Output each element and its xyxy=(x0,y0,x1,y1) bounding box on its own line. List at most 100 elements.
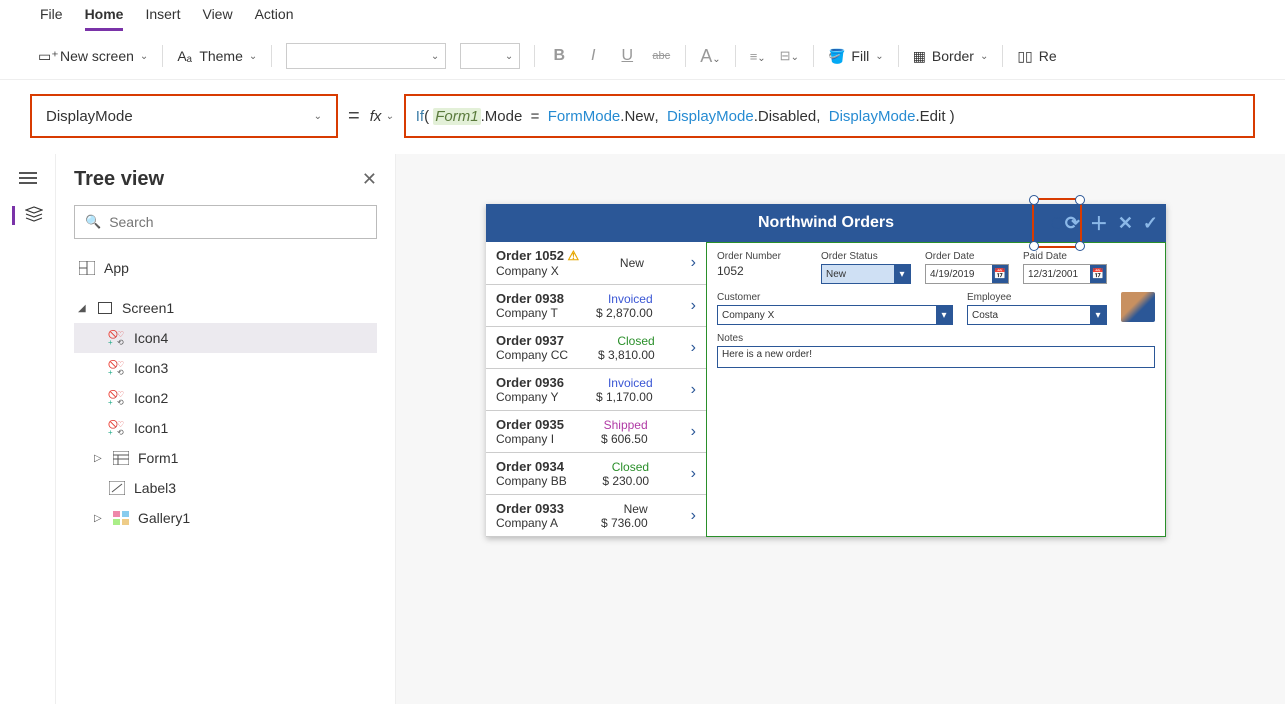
order-row[interactable]: Order 0934Company BB Closed$ 230.00 › xyxy=(486,453,706,495)
screen-icon xyxy=(96,300,114,316)
sync-icon: 🚫♡+⟲ xyxy=(108,390,126,406)
reorder-button[interactable]: ▯▯Re xyxy=(1017,48,1056,65)
font-color-button[interactable]: A⌄ xyxy=(700,46,720,67)
svg-text:+: + xyxy=(108,338,113,346)
screen-icon: ▭⁺ xyxy=(38,48,54,64)
theme-button[interactable]: Aₐ Theme⌄ xyxy=(177,48,257,64)
cancel-icon[interactable]: ✕ xyxy=(1118,213,1133,234)
order-row[interactable]: Order 0935Company I Shipped$ 606.50 › xyxy=(486,411,706,453)
order-status-select[interactable]: New▾ xyxy=(821,264,911,284)
tree-gallery1[interactable]: ▷ Gallery1 xyxy=(74,503,377,533)
hamburger-icon[interactable] xyxy=(19,172,37,184)
chevron-right-icon: › xyxy=(691,254,696,272)
title-actions: ⟳ ＋ ✕ ✓ xyxy=(1065,210,1158,236)
paid-date-input[interactable]: 12/31/2001📅 xyxy=(1023,264,1107,284)
refresh-icon[interactable]: ⟳ xyxy=(1065,213,1080,234)
border-icon: ▦ xyxy=(913,48,926,65)
svg-text:+: + xyxy=(108,398,113,406)
svg-text:⟲: ⟲ xyxy=(117,398,124,406)
menu-bar: File Home Insert View Action xyxy=(0,0,1285,39)
close-icon[interactable]: ✕ xyxy=(362,169,377,190)
label-icon xyxy=(108,480,126,496)
tab-view[interactable]: View xyxy=(202,6,232,31)
chevron-right-icon: › xyxy=(691,297,696,315)
underline-button[interactable]: U xyxy=(617,47,637,65)
svg-text:⟲: ⟲ xyxy=(117,368,124,376)
fx-button[interactable]: fx⌄ xyxy=(370,108,394,125)
chevron-right-icon: › xyxy=(691,339,696,357)
font-dropdown[interactable]: ⌄ xyxy=(286,43,446,69)
italic-button[interactable]: I xyxy=(583,47,603,65)
svg-text:+: + xyxy=(108,428,113,436)
property-selector[interactable]: DisplayMode ⌄ xyxy=(30,94,338,138)
strike-button[interactable]: abc xyxy=(651,50,671,62)
app-title-bar: Northwind Orders ⟳ ＋ ✕ ✓ xyxy=(486,204,1166,242)
order-row[interactable]: Order 0936Company Y Invoiced$ 1,170.00 › xyxy=(486,369,706,411)
fill-button[interactable]: 🪣 Fill⌄ xyxy=(828,48,884,65)
chevron-right-icon: › xyxy=(691,423,696,441)
chevron-right-icon: › xyxy=(691,507,696,525)
tree-form1[interactable]: ▷ Form1 xyxy=(74,443,377,473)
employee-select[interactable]: Costa▾ xyxy=(967,305,1107,325)
bold-button[interactable]: B xyxy=(549,47,569,65)
chevron-right-icon: › xyxy=(691,465,696,483)
add-icon[interactable]: ＋ xyxy=(1090,210,1108,236)
gallery-icon xyxy=(112,510,130,526)
order-row[interactable]: Order 0937Company CC Closed$ 3,810.00 › xyxy=(486,327,706,369)
equals-sign: = xyxy=(348,105,360,128)
svg-text:+: + xyxy=(108,368,113,376)
app-icon xyxy=(78,260,96,276)
order-row[interactable]: Order 0938Company T Invoiced$ 2,870.00 › xyxy=(486,285,706,327)
border-button[interactable]: ▦ Border⌄ xyxy=(913,48,989,65)
accept-icon[interactable]: ✓ xyxy=(1143,213,1158,234)
calendar-icon: 📅 xyxy=(992,265,1008,283)
chevron-down-icon: ⌄ xyxy=(314,111,322,122)
calendar-icon: 📅 xyxy=(1090,265,1106,283)
valign-button[interactable]: ⊟⌄ xyxy=(780,48,799,64)
tree-label3[interactable]: Label3 xyxy=(74,473,377,503)
tab-home[interactable]: Home xyxy=(85,6,124,31)
tree-view-panel: Tree view ✕ 🔍 App ◢ Screen1 🚫♡+⟲ Icon4 🚫… xyxy=(56,154,396,704)
app-title: Northwind Orders xyxy=(758,214,894,232)
app-preview: Northwind Orders ⟳ ＋ ✕ ✓ Order 1052 ⚠Com… xyxy=(486,204,1166,537)
tree-app[interactable]: App xyxy=(74,253,377,283)
caret-icon[interactable]: ▷ xyxy=(94,513,104,524)
property-name: DisplayMode xyxy=(46,108,133,125)
new-screen-button[interactable]: ▭⁺ New screen⌄ xyxy=(38,48,148,64)
align-button[interactable]: ≡⌄ xyxy=(750,49,766,64)
order-date-input[interactable]: 4/19/2019📅 xyxy=(925,264,1009,284)
formula-bar[interactable]: If( Form1.Mode = FormMode.New, DisplayMo… xyxy=(404,94,1255,138)
caret-icon[interactable]: ▷ xyxy=(94,453,104,464)
employee-avatar xyxy=(1121,292,1155,322)
tab-insert[interactable]: Insert xyxy=(145,6,180,31)
tree-icon3[interactable]: 🚫♡+⟲ Icon3 xyxy=(74,353,377,383)
design-canvas[interactable]: Northwind Orders ⟳ ＋ ✕ ✓ Order 1052 ⚠Com… xyxy=(396,154,1285,704)
tree-view-icon[interactable] xyxy=(12,206,43,225)
tree-icon4[interactable]: 🚫♡+⟲ Icon4 xyxy=(74,323,377,353)
order-gallery[interactable]: Order 1052 ⚠Company X New ›Order 0938Com… xyxy=(486,242,706,537)
paint-icon: 🪣 xyxy=(828,48,845,65)
customer-select[interactable]: Company X▾ xyxy=(717,305,953,325)
order-row[interactable]: Order 1052 ⚠Company X New › xyxy=(486,242,706,285)
svg-text:⟲: ⟲ xyxy=(117,428,124,436)
left-rail xyxy=(0,154,56,704)
order-number-value: 1052 xyxy=(717,264,807,278)
order-form: Order Number1052 Order Status New▾ Order… xyxy=(706,242,1166,537)
chevron-right-icon: › xyxy=(691,381,696,399)
tree-icon1[interactable]: 🚫♡+⟲ Icon1 xyxy=(74,413,377,443)
ribbon: ▭⁺ New screen⌄ Aₐ Theme⌄ ⌄ ⌄ B I U abc A… xyxy=(0,39,1285,80)
sync-icon: 🚫♡+⟲ xyxy=(108,420,126,436)
caret-icon[interactable]: ◢ xyxy=(78,303,88,314)
theme-icon: Aₐ xyxy=(177,48,193,64)
sync-icon: 🚫♡+⟲ xyxy=(108,330,126,346)
tab-action[interactable]: Action xyxy=(255,6,294,31)
search-icon: 🔍 xyxy=(85,214,101,230)
notes-input[interactable]: Here is a new order! xyxy=(717,346,1155,368)
tab-file[interactable]: File xyxy=(40,6,63,31)
tree-search[interactable]: 🔍 xyxy=(74,205,377,239)
tree-screen1[interactable]: ◢ Screen1 xyxy=(74,293,377,323)
search-input[interactable] xyxy=(109,214,366,230)
size-dropdown[interactable]: ⌄ xyxy=(460,43,520,69)
tree-icon2[interactable]: 🚫♡+⟲ Icon2 xyxy=(74,383,377,413)
order-row[interactable]: Order 0933Company A New$ 736.00 › xyxy=(486,495,706,537)
